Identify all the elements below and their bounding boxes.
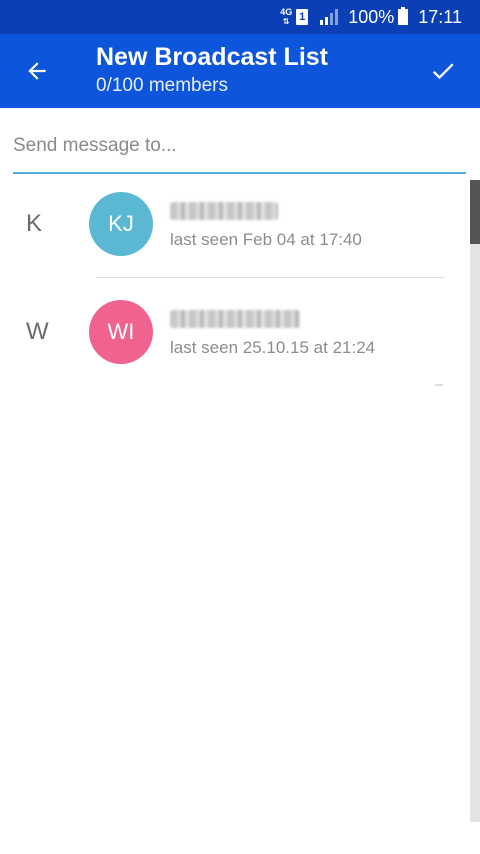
avatar: WI	[89, 300, 153, 364]
network-label: 4G	[280, 7, 293, 17]
back-button[interactable]	[20, 54, 54, 88]
contact-name-redacted	[170, 202, 278, 220]
battery-icon	[398, 7, 409, 25]
last-seen-status: last seen 25.10.15 at 21:24	[170, 338, 376, 357]
battery-percent: 100%	[348, 6, 395, 27]
signal-icon	[318, 9, 339, 25]
section-letter: K	[26, 210, 43, 237]
scrollbar-track[interactable]	[470, 180, 480, 822]
list-item[interactable]: K KJ last seen Feb 04 at 17:40	[0, 180, 470, 280]
last-seen-status: last seen Feb 04 at 17:40	[170, 230, 362, 249]
divider	[96, 277, 444, 278]
page-title: New Broadcast List	[96, 43, 329, 71]
title-block: New Broadcast List 0/100 members	[96, 42, 328, 100]
contact-name-redacted	[170, 310, 300, 328]
app-bar: New Broadcast List 0/100 members	[0, 34, 480, 108]
scrollbar-thumb[interactable]	[470, 180, 480, 244]
check-icon	[432, 63, 454, 80]
network-4g-icon: 4G ⇅	[280, 7, 293, 27]
search-input[interactable]	[13, 128, 466, 174]
confirm-button[interactable]	[426, 54, 460, 88]
arrow-left-icon	[28, 62, 46, 80]
status-bar: 4G ⇅ 1 100% 17:11	[0, 0, 480, 34]
member-count: 0/100 members	[96, 75, 229, 96]
section-letter: W	[26, 318, 49, 345]
search-area	[0, 108, 480, 180]
avatar: KJ	[89, 192, 153, 256]
divider	[435, 384, 443, 386]
sim-icon: 1	[296, 9, 309, 25]
contact-list: K KJ last seen Feb 04 at 17:40 W WI last…	[0, 180, 470, 854]
clock: 17:11	[418, 6, 462, 27]
list-item[interactable]: W WI last seen 25.10.15 at 21:24	[0, 288, 470, 388]
